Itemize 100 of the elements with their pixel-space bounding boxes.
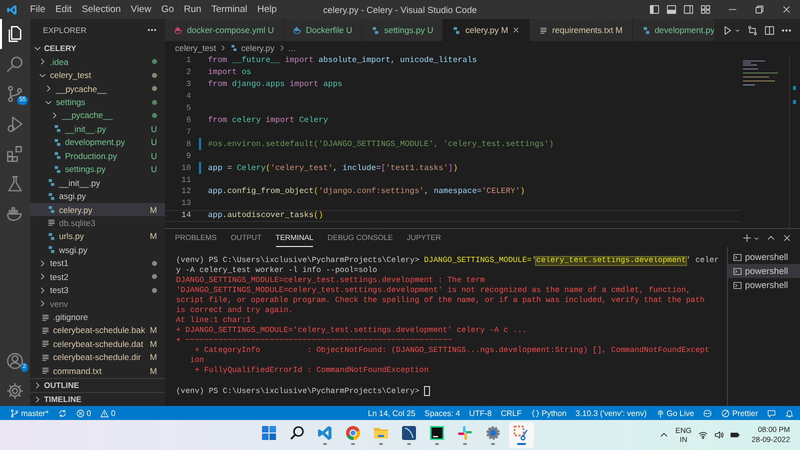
editor-tab[interactable]: celery.py M <box>443 19 530 41</box>
wifi-icon[interactable] <box>698 430 708 440</box>
editor-tab[interactable]: requirements.txt M <box>530 19 633 41</box>
tab-label: docker-compose.yml U <box>187 25 274 35</box>
menu-item[interactable]: Go <box>156 4 179 15</box>
warning-icon <box>100 408 110 418</box>
whale-icon[interactable] <box>6 205 24 223</box>
compare-icon[interactable] <box>747 24 758 36</box>
terminal-item[interactable]: powershell <box>728 278 800 292</box>
layout-icon[interactable] <box>700 4 711 15</box>
tree-item[interactable]: venv <box>30 296 165 310</box>
file-name: celery.py <box>59 204 94 215</box>
flask-icon[interactable] <box>6 175 24 193</box>
section-header[interactable]: OUTLINE <box>30 378 165 392</box>
layout-icon[interactable] <box>683 4 694 15</box>
git-status-letter: M <box>150 352 157 362</box>
tree-item[interactable]: celery.py M <box>30 202 165 216</box>
editor-tab[interactable]: Dockerfile U <box>284 19 362 41</box>
line-number: 8 <box>185 140 191 149</box>
tree-item[interactable]: wsgi.py <box>30 243 165 257</box>
menu-item[interactable]: View <box>126 4 156 15</box>
terminal-icon <box>733 266 742 276</box>
tree-item[interactable]: settings <box>30 95 165 109</box>
code-line: app = Celery('celery_test', include=['test1.tasks']) <box>208 164 458 173</box>
restore-icon[interactable] <box>754 4 765 15</box>
menu-item[interactable]: File <box>25 4 50 15</box>
status-item[interactable]: UTF-8 <box>469 408 492 418</box>
status-item[interactable]: Ln 14, Col 25 <box>368 408 416 418</box>
tree-item[interactable]: __pycache__ <box>30 82 165 96</box>
status-item[interactable]: master* <box>10 408 49 418</box>
status-item[interactable]: 3.10.3 ('venv': venv) <box>576 408 647 418</box>
tree-item[interactable]: db.sqlite3 <box>30 216 165 230</box>
file-name: development.py <box>65 137 126 148</box>
tree-item[interactable]: __init__.py <box>30 176 165 190</box>
file-name: celerybeat-schedule.dat <box>53 338 144 349</box>
menu-item[interactable]: Edit <box>50 4 77 15</box>
tree-item[interactable]: __init__.py U <box>30 122 165 136</box>
account-icon[interactable] <box>6 352 24 370</box>
tree-item[interactable]: asgi.py <box>30 189 165 203</box>
menu-item[interactable]: Run <box>178 4 206 15</box>
line-number: 7 <box>185 128 191 137</box>
bell-icon[interactable] <box>785 408 794 418</box>
status-item[interactable]: Spaces: 4 <box>424 408 460 418</box>
tree-item[interactable]: celerybeat-schedule.dir M <box>30 350 165 364</box>
tree-item[interactable]: test2 <box>30 270 165 284</box>
tree-item[interactable]: celerybeat-schedule.bak M <box>30 324 165 338</box>
tree-item[interactable]: __pycache__ <box>30 108 165 122</box>
caret-icon[interactable] <box>734 26 741 34</box>
volume-icon[interactable] <box>714 430 724 440</box>
feedback-icon[interactable] <box>767 408 776 418</box>
clipping-icon[interactable] <box>508 422 534 448</box>
text-file-icon <box>41 326 50 335</box>
tree-item[interactable]: command.txt M <box>30 364 165 378</box>
menu-item[interactable]: Terminal <box>206 4 252 15</box>
settings-icon[interactable] <box>6 382 24 400</box>
line-number: 11 <box>180 176 191 185</box>
error-icon <box>76 408 85 418</box>
scroll-marker <box>793 100 796 104</box>
breadcrumb[interactable]: celery_test <box>175 43 216 53</box>
terminal-item[interactable]: powershell <box>728 250 800 264</box>
status-item[interactable]: 0 <box>100 408 116 418</box>
tree-item[interactable]: urls.py M <box>30 230 165 244</box>
editor-tab[interactable]: docker-compose.yml U <box>165 19 284 41</box>
status-item[interactable]: Prettier <box>721 408 758 418</box>
tree-item[interactable]: celerybeat-schedule.dat M <box>30 337 165 351</box>
split-editor-icon[interactable] <box>764 24 775 36</box>
status-item[interactable]: CRLF <box>500 408 522 418</box>
layout-icon[interactable] <box>649 4 660 15</box>
terminal-item[interactable]: powershell <box>728 264 800 278</box>
breadcrumb[interactable]: ... <box>288 43 296 53</box>
tree-item[interactable]: test1 <box>30 256 165 270</box>
close-icon[interactable] <box>512 26 520 34</box>
breadcrumb[interactable]: celery.py <box>230 43 274 53</box>
tree-item[interactable]: Production.py U <box>30 149 165 162</box>
add-icon[interactable] <box>742 233 752 243</box>
files-icon[interactable] <box>6 25 24 43</box>
layout-icon[interactable] <box>666 4 677 15</box>
status-item[interactable]: Go Live <box>656 408 694 418</box>
status-item[interactable]: Python <box>530 408 567 418</box>
menu-item[interactable]: Help <box>252 4 282 15</box>
extensions-icon[interactable] <box>6 145 24 163</box>
tree-item[interactable]: test3 <box>30 283 165 297</box>
battery-icon[interactable] <box>730 430 740 440</box>
source-control-icon[interactable] <box>6 85 24 103</box>
tree-item[interactable]: .idea <box>30 55 165 68</box>
run-icon[interactable] <box>722 24 733 36</box>
close-icon[interactable] <box>782 233 792 243</box>
tree-item[interactable]: development.py U <box>30 136 165 150</box>
section-header[interactable]: CELERY <box>30 41 165 55</box>
menu-item[interactable]: Selection <box>76 4 126 15</box>
status-item[interactable]: 0 <box>76 408 92 418</box>
tree-item[interactable]: .gitignore <box>30 310 165 324</box>
chevron-right-icon <box>278 44 286 52</box>
file-name: celerybeat-schedule.bak <box>53 325 146 336</box>
sync-icon[interactable] <box>58 408 67 418</box>
editor-tab[interactable]: settings.py U <box>362 19 444 41</box>
tree-item[interactable]: celery_test <box>30 68 165 82</box>
close-icon[interactable] <box>781 4 792 15</box>
tree-item[interactable]: settings.py U <box>30 162 165 176</box>
caret-icon[interactable] <box>753 234 760 242</box>
